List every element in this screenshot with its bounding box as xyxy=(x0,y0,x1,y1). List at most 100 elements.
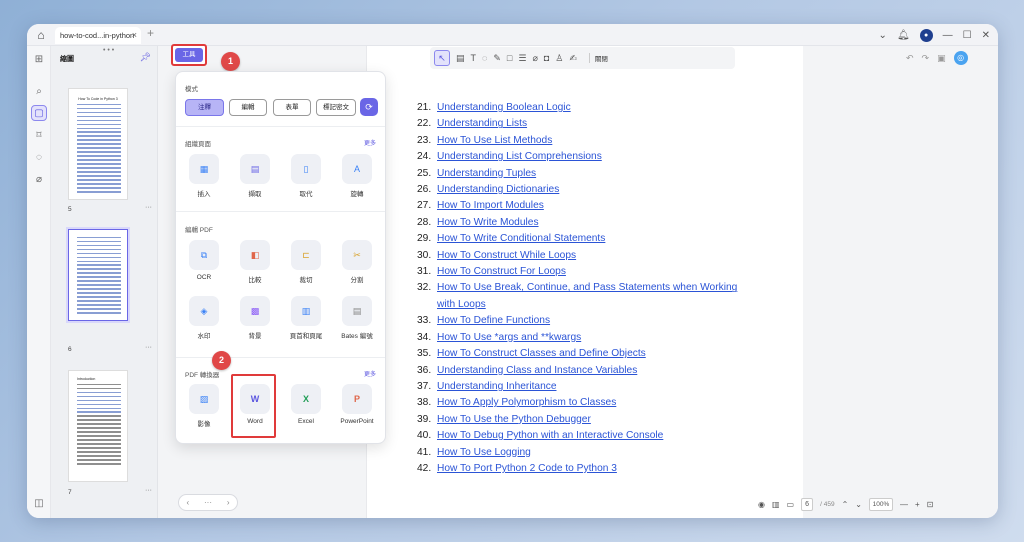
shape-icon[interactable]: □ xyxy=(507,53,512,63)
thumbnail-page-5[interactable]: How To Code in Python 3 xyxy=(68,88,128,200)
bell-icon[interactable]: 🔔︎ xyxy=(897,30,910,41)
toc-entry[interactable]: 27. How To Import Modules xyxy=(417,198,777,214)
toc-entry[interactable]: 33. How To Define Functions xyxy=(417,313,777,329)
thumbnail-scrollbar[interactable] xyxy=(158,46,170,518)
comment-icon[interactable]: ◌ xyxy=(482,53,487,63)
tool-watermark[interactable]: ◈ 水印 xyxy=(185,296,223,340)
toc-link[interactable]: Understanding Boolean Logic xyxy=(437,100,571,116)
toc-entry[interactable]: 25. Understanding Tuples xyxy=(417,166,777,182)
search-icon[interactable]: ⌕ xyxy=(31,84,47,100)
pin-icon[interactable]: 📌︎ xyxy=(140,52,151,63)
panel-toggle-icon[interactable]: ◫ xyxy=(31,496,47,512)
chevron-down-icon[interactable]: ⌄ xyxy=(879,30,887,41)
toc-entry[interactable]: 35. How To Construct Classes and Define O… xyxy=(417,346,777,362)
toc-link[interactable]: Understanding Inheritance xyxy=(437,379,557,395)
current-page-field[interactable]: 6 xyxy=(801,497,814,511)
tool-insert[interactable]: ▦ 插入 xyxy=(185,154,223,198)
toc-link[interactable]: Understanding Lists xyxy=(437,116,527,132)
toc-link[interactable]: How To Construct While Loops xyxy=(437,248,576,264)
zoom-out-icon[interactable]: — xyxy=(900,500,908,509)
thumbnail-page-7[interactable]: Introduction xyxy=(68,370,128,482)
minimize-icon[interactable]: — xyxy=(943,30,953,41)
toc-entry[interactable]: 42. How To Port Python 2 Code to Python 3 xyxy=(417,461,777,477)
toc-entry[interactable]: 37. Understanding Inheritance xyxy=(417,379,777,395)
mode-switch-icon[interactable]: ⟳ xyxy=(360,98,378,116)
toc-entry[interactable]: 30. How To Construct While Loops xyxy=(417,248,777,264)
toc-link[interactable]: How To Define Functions xyxy=(437,313,550,329)
toc-entry[interactable]: 29. How To Write Conditional Statements xyxy=(417,231,777,247)
home-icon[interactable]: ⌂ xyxy=(33,27,49,43)
select-tool-icon[interactable]: ↖ xyxy=(434,50,450,66)
toc-link[interactable]: How To Import Modules xyxy=(437,198,544,214)
toc-entry[interactable]: 24. Understanding List Comprehensions xyxy=(417,149,777,165)
grid-icon[interactable]: ⊞ xyxy=(31,52,47,68)
toc-link[interactable]: How To Use Break, Continue, and Pass Sta… xyxy=(437,280,737,296)
ai-assistant-icon[interactable]: ◎ xyxy=(953,51,968,65)
mode-form-button[interactable]: 表單 xyxy=(273,99,311,116)
undo-icon[interactable]: ↶ xyxy=(906,53,914,64)
close-tab-icon[interactable]: × xyxy=(132,27,137,44)
present-icon[interactable]: ▭ xyxy=(787,500,795,509)
toc-link[interactable]: Understanding List Comprehensions xyxy=(437,149,602,165)
tool-to-powerpoint[interactable]: P PowerPoint xyxy=(338,384,376,428)
next-page-icon[interactable]: › xyxy=(227,498,230,507)
toc-link[interactable]: How To Write Conditional Statements xyxy=(437,231,605,247)
toc-link[interactable]: How To Apply Polymorphism to Classes xyxy=(437,395,616,411)
page-up-icon[interactable]: ⌃ xyxy=(842,500,849,509)
more-options-icon[interactable]: ··· xyxy=(204,498,212,507)
comment-icon[interactable]: ◌ xyxy=(31,150,47,166)
mode-annotate-button[interactable]: 注釋 xyxy=(185,99,224,116)
close-window-icon[interactable]: ✕ xyxy=(982,30,990,41)
toc-entry[interactable]: 41. How To Use Logging xyxy=(417,445,777,461)
tool-ocr[interactable]: ⧉ OCR xyxy=(185,240,223,284)
page-options-icon[interactable]: ··· xyxy=(145,487,152,494)
page-nav-pill[interactable]: ‹ ··· › xyxy=(178,494,238,511)
toc-link[interactable]: How To Use Logging xyxy=(437,445,531,461)
converter-more-link[interactable]: 更多 xyxy=(364,369,376,378)
new-tab-icon[interactable]: + xyxy=(147,26,154,40)
toc-link[interactable]: How To Construct Classes and Define Obje… xyxy=(437,346,646,362)
tool-to-excel[interactable]: X Excel xyxy=(287,384,325,428)
toc-link[interactable]: How To Use the Python Debugger xyxy=(437,412,591,428)
tool-rotate[interactable]: A 旋轉 xyxy=(338,154,376,198)
tool-replace[interactable]: ▯ 取代 xyxy=(287,154,325,198)
sticker-icon[interactable]: ◘ xyxy=(544,53,549,63)
tool-compare[interactable]: ◧ 比較 xyxy=(236,240,274,284)
tool-crop[interactable]: ⊏ 裁切 xyxy=(287,240,325,284)
toc-link[interactable]: How To Use List Methods xyxy=(437,133,552,149)
page-options-icon[interactable]: ··· xyxy=(145,344,152,351)
bookmark-icon[interactable]: ⌑ xyxy=(31,128,47,144)
layout-icon[interactable]: ▥ xyxy=(772,500,780,509)
thumbnails-icon[interactable]: ▢ xyxy=(31,105,47,121)
close-toolbar-button[interactable]: 關閉 xyxy=(588,53,608,63)
redo-icon[interactable]: ↷ xyxy=(922,53,930,64)
toc-link[interactable]: Understanding Dictionaries xyxy=(437,182,559,198)
tool-split[interactable]: ✂ 分割 xyxy=(338,240,376,284)
signature-icon[interactable]: ✍ xyxy=(569,53,577,64)
avatar[interactable]: ● xyxy=(919,28,933,42)
toc-entry[interactable]: 22. Understanding Lists xyxy=(417,116,777,132)
tools-button[interactable]: 工具 xyxy=(171,44,207,66)
toc-entry[interactable]: 38. How To Apply Polymorphism to Classes xyxy=(417,395,777,411)
line-icon[interactable]: ☰ xyxy=(518,53,526,64)
zoom-in-icon[interactable]: + xyxy=(915,500,920,509)
toc-entry[interactable]: 28. How To Write Modules xyxy=(417,215,777,231)
toc-link[interactable]: Understanding Class and Instance Variabl… xyxy=(437,363,637,379)
toc-entry[interactable]: 21. Understanding Boolean Logic xyxy=(417,100,777,116)
thumbnail-page-6[interactable] xyxy=(68,229,128,321)
tool-header-footer[interactable]: ▥ 頁首和頁尾 xyxy=(287,296,325,340)
toc-entry[interactable]: 40. How To Debug Python with an Interacti… xyxy=(417,428,777,444)
toc-link[interactable]: How To Write Modules xyxy=(437,215,539,231)
tool-background[interactable]: ▩ 背景 xyxy=(236,296,274,340)
page-down-icon[interactable]: ⌄ xyxy=(855,500,862,509)
toc-link[interactable]: Understanding Tuples xyxy=(437,166,536,182)
tool-bates-number[interactable]: ▤ Bates 編號 xyxy=(338,296,376,340)
drag-handle-icon[interactable]: • • • xyxy=(103,47,114,54)
mode-redact-button[interactable]: 標記密文 xyxy=(316,99,356,116)
toc-link[interactable]: How To Use *args and **kwargs xyxy=(437,330,581,346)
save-icon[interactable]: ▣ xyxy=(937,53,946,64)
mode-edit-button[interactable]: 編輯 xyxy=(229,99,267,116)
toc-entry[interactable]: 23. How To Use List Methods xyxy=(417,133,777,149)
organize-more-link[interactable]: 更多 xyxy=(364,138,376,147)
zoom-level[interactable]: 100% xyxy=(868,497,893,511)
